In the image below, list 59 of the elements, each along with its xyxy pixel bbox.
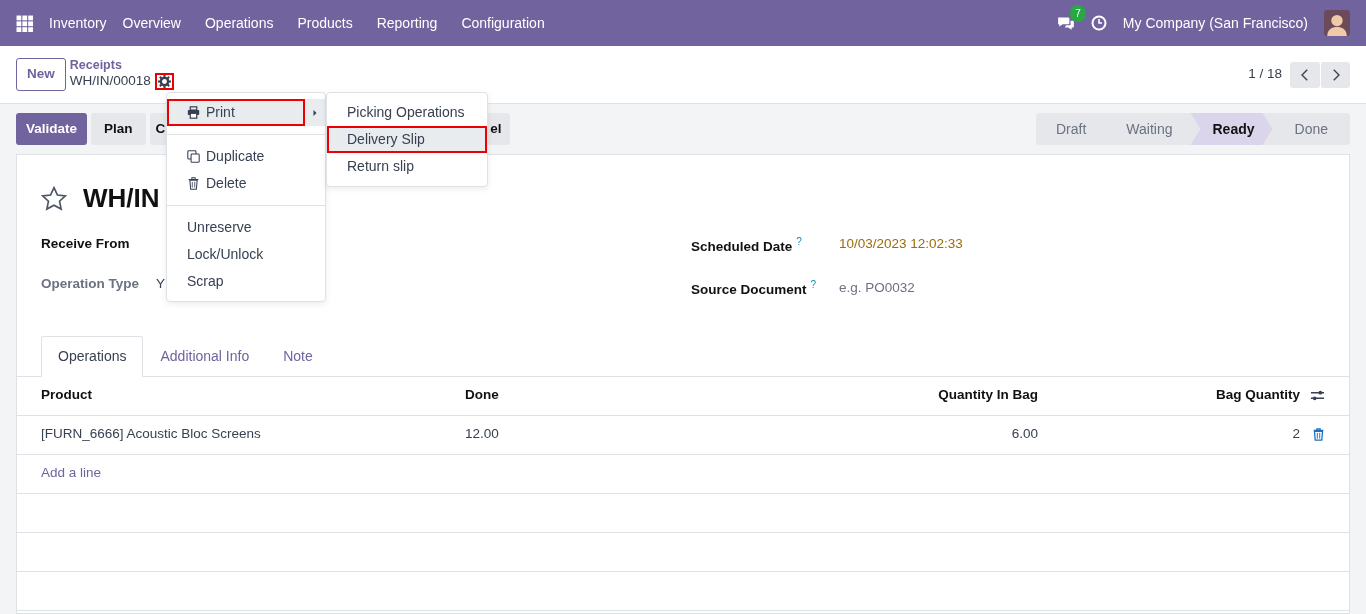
trash-icon[interactable] <box>1312 428 1325 441</box>
menu-item[interactable]: Print <box>167 99 305 126</box>
breadcrumb-link[interactable]: Receipts <box>69 59 174 73</box>
apps-menu-icon[interactable] <box>16 14 33 32</box>
column-header: Quantity In Bag <box>937 386 1038 405</box>
help-tooltip[interactable]: ? <box>810 278 817 290</box>
menu-item[interactable]: Scrap <box>167 268 325 295</box>
user-avatar-icon[interactable] <box>1324 10 1350 36</box>
table-cell-text: [FURN_6666] Acoustic Bloc Screens <box>41 425 262 444</box>
app-name[interactable]: Inventory <box>49 12 107 34</box>
column-header: Bag Quantity <box>1215 386 1300 405</box>
field-label: Operation Type <box>41 275 140 294</box>
chat-icon[interactable] <box>1056 14 1075 32</box>
star-icon[interactable] <box>41 185 67 212</box>
copy-icon <box>187 150 200 163</box>
column-settings-icon[interactable] <box>1310 388 1325 403</box>
action-button[interactable]: Plan <box>91 113 146 145</box>
nav-menu-item[interactable]: Operations <box>204 12 274 34</box>
previous-button[interactable] <box>1290 61 1320 88</box>
column-header: Product <box>41 386 93 405</box>
action-button[interactable]: Validate <box>16 113 88 145</box>
nav-menu-item[interactable]: Overview <box>122 12 181 34</box>
table-cell-text: 12.00 <box>465 425 500 444</box>
menu-item[interactable]: Return slip <box>327 153 487 180</box>
table-cell-text: 2 <box>1291 425 1300 444</box>
menu-item[interactable]: Delivery Slip <box>327 126 487 153</box>
next-button[interactable] <box>1320 61 1350 88</box>
status-step[interactable]: Ready <box>1190 113 1273 145</box>
tab[interactable]: Note <box>266 335 330 376</box>
menu-item[interactable]: Lock/Unlock <box>167 241 325 268</box>
nav-menu-item[interactable]: Products <box>297 12 353 34</box>
trash-icon <box>187 177 200 190</box>
field-value: Y <box>156 275 165 294</box>
printer-icon <box>187 106 200 119</box>
new-button[interactable]: New <box>16 58 66 91</box>
help-tooltip[interactable]: ? <box>796 236 802 247</box>
table-cell-text: 6.00 <box>1010 425 1038 444</box>
clock-icon[interactable] <box>1090 15 1107 31</box>
tab[interactable]: Additional Info <box>143 335 267 376</box>
add-line-link[interactable]: Add a line <box>41 463 102 484</box>
message-count-badge: 7 <box>1070 5 1086 22</box>
gear-icon <box>157 74 171 88</box>
record-name: WH/IN/00018 <box>69 73 151 90</box>
settings-button[interactable] <box>154 72 174 90</box>
tab[interactable]: Operations <box>41 335 144 377</box>
column-header: Done <box>465 386 500 405</box>
menu-item[interactable]: Delete <box>167 170 325 197</box>
field-label: Source Document <box>691 281 807 297</box>
menu-item[interactable]: Picking Operations <box>327 99 487 126</box>
nav-menu-item[interactable]: Configuration <box>461 12 545 34</box>
menu-item[interactable]: Duplicate <box>167 143 325 170</box>
field-label: Receive From <box>41 235 131 253</box>
record-title: WH/IN <box>83 182 160 215</box>
field-label: Scheduled Date <box>691 238 793 254</box>
date-field[interactable]: 10/03/2023 12:02:33 <box>839 234 963 257</box>
company-switcher[interactable]: My Company (San Francisco) <box>1122 12 1308 34</box>
menu-item[interactable]: Unreserve <box>167 214 325 241</box>
nav-menu-item[interactable]: Reporting <box>376 12 438 34</box>
pager-value: 1 / 18 <box>1248 65 1282 84</box>
